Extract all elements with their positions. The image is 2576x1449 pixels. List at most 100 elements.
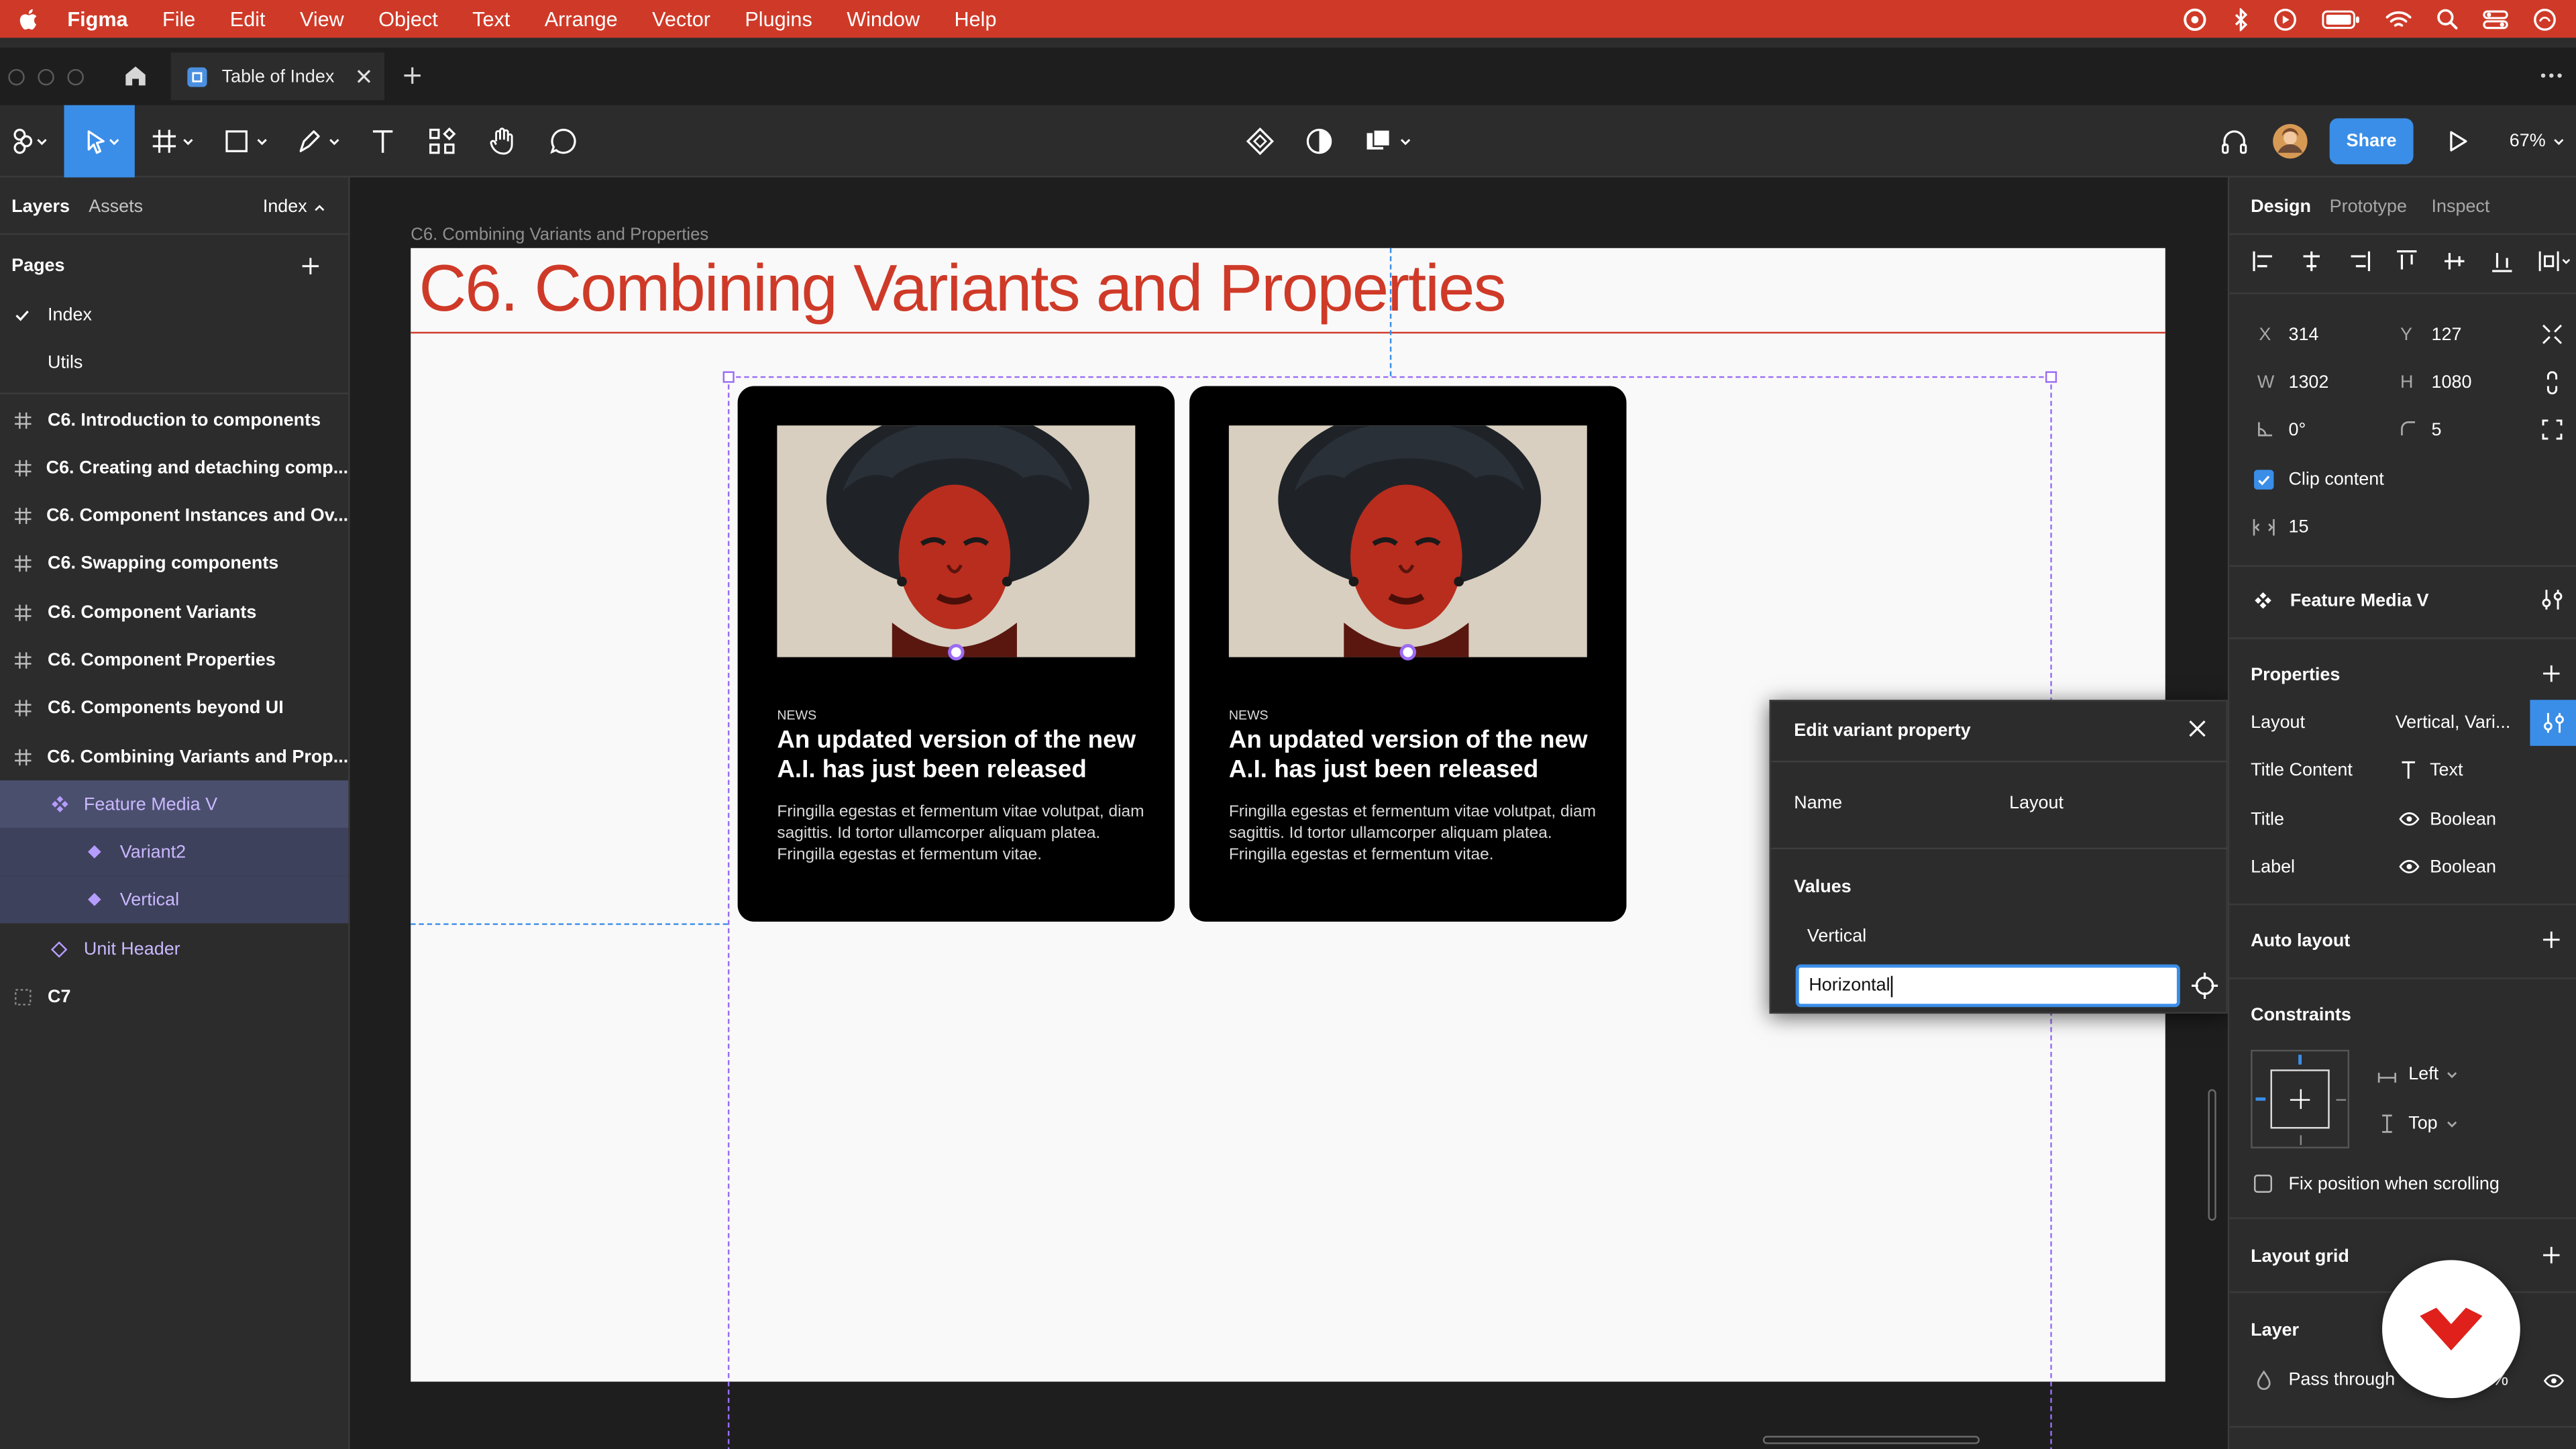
- frame-tool-icon[interactable]: [148, 105, 203, 178]
- independent-corners-icon[interactable]: [2542, 419, 2563, 440]
- window-minimize-button[interactable]: [38, 68, 54, 86]
- blend-mode-dropdown[interactable]: Pass through: [2288, 1370, 2395, 1389]
- add-auto-layout-plus-icon[interactable]: [2542, 930, 2561, 949]
- dialog-close-icon[interactable]: [2188, 720, 2206, 738]
- align-top-icon[interactable]: [2396, 250, 2418, 272]
- control-center-icon[interactable]: [2482, 7, 2508, 30]
- align-vertical-center-icon[interactable]: [2443, 250, 2466, 272]
- comment-tool-icon[interactable]: [545, 105, 582, 178]
- tab-design[interactable]: Design: [2251, 197, 2311, 217]
- resize-handle[interactable]: [722, 371, 735, 383]
- layer-item-frame[interactable]: C6. Components beyond UI: [0, 684, 348, 731]
- align-horizontal-center-icon[interactable]: [2300, 250, 2323, 272]
- layer-item-component[interactable]: Unit Header: [0, 925, 348, 973]
- property-value-label[interactable]: Boolean: [2430, 857, 2496, 877]
- target-crosshair-icon[interactable]: [2191, 972, 2218, 999]
- tab-inspect[interactable]: Inspect: [2432, 197, 2490, 217]
- constraint-right-marker[interactable]: [2336, 1099, 2347, 1101]
- horizontal-constraint-dropdown[interactable]: Left: [2408, 1065, 2458, 1084]
- tab-layers[interactable]: Layers: [11, 197, 70, 217]
- layer-item-frame[interactable]: C6. Creating and detaching comp...: [0, 443, 348, 491]
- pen-tool-icon[interactable]: [292, 105, 348, 178]
- edit-property-button[interactable]: [2530, 700, 2576, 746]
- component-icon[interactable]: [1242, 105, 1278, 178]
- menu-app-figma[interactable]: Figma: [67, 7, 127, 30]
- add-page-plus-icon[interactable]: [301, 256, 320, 276]
- layer-item-variant[interactable]: Vertical: [0, 875, 349, 924]
- width-input[interactable]: 1302: [2288, 373, 2328, 392]
- value-input-horizontal[interactable]: Horizontal: [1795, 964, 2180, 1008]
- wifi-icon[interactable]: [2385, 9, 2412, 28]
- layer-item-frame[interactable]: C6. Component Instances and Ov...: [0, 491, 348, 539]
- page-item-index[interactable]: Index: [0, 290, 348, 338]
- rotation-input[interactable]: 0°: [2288, 421, 2306, 440]
- page-selector[interactable]: Index: [263, 197, 325, 217]
- zoom-dropdown[interactable]: 67%: [2504, 105, 2569, 178]
- property-name-field[interactable]: Layout: [2009, 794, 2063, 813]
- apple-icon[interactable]: [18, 7, 38, 30]
- menu-help[interactable]: Help: [955, 7, 997, 30]
- align-right-icon[interactable]: [2348, 250, 2371, 272]
- frame-label[interactable]: C6. Combining Variants and Properties: [411, 225, 708, 245]
- menu-plugins[interactable]: Plugins: [745, 7, 812, 30]
- menu-window[interactable]: Window: [847, 7, 920, 30]
- resize-handle[interactable]: [2045, 371, 2057, 383]
- menu-text[interactable]: Text: [472, 7, 510, 30]
- layer-item-frame[interactable]: C6. Component Variants: [0, 588, 348, 636]
- avatar[interactable]: [2271, 105, 2310, 178]
- tab-prototype[interactable]: Prototype: [2330, 197, 2407, 217]
- siri-icon[interactable]: [2533, 7, 2556, 30]
- mask-icon[interactable]: [1301, 105, 1338, 178]
- add-layout-grid-plus-icon[interactable]: [2542, 1245, 2561, 1265]
- main-menu-figma-icon[interactable]: [0, 105, 59, 178]
- constraints-widget[interactable]: [2251, 1049, 2350, 1148]
- text-tool-icon[interactable]: [365, 105, 401, 178]
- tab-table-of-index[interactable]: Table of Index: [170, 52, 385, 101]
- rectangle-tool-icon[interactable]: [220, 105, 276, 178]
- distribute-spacing-icon[interactable]: [2538, 250, 2571, 272]
- collapse-arrows-icon[interactable]: [2542, 323, 2563, 345]
- property-value-layout[interactable]: Vertical, Vari...: [2396, 713, 2511, 733]
- present-play-icon[interactable]: [2441, 105, 2474, 178]
- move-tool-button[interactable]: [64, 105, 135, 178]
- play-circle-icon[interactable]: [2273, 7, 2296, 30]
- audio-headphones-icon[interactable]: [2216, 105, 2253, 178]
- menu-arrange[interactable]: Arrange: [545, 7, 618, 30]
- constraint-bottom-marker[interactable]: [2300, 1135, 2302, 1145]
- more-options-icon[interactable]: [2540, 66, 2563, 85]
- property-value-title-content[interactable]: Text: [2430, 761, 2463, 780]
- layer-item-component-set[interactable]: Feature Media V: [0, 780, 349, 828]
- add-property-plus-icon[interactable]: [2542, 663, 2561, 683]
- layer-item-frame[interactable]: C6. Combining Variants and Prop...: [0, 733, 348, 780]
- layer-item-frame[interactable]: C6. Swapping components: [0, 539, 348, 586]
- hand-tool-icon[interactable]: [484, 105, 521, 178]
- layer-item-variant[interactable]: Variant2: [0, 828, 349, 876]
- menu-object[interactable]: Object: [378, 7, 438, 30]
- clip-content-checkbox[interactable]: [2254, 470, 2274, 490]
- menu-vector[interactable]: Vector: [652, 7, 710, 30]
- boolean-operations-icon[interactable]: [1360, 105, 1419, 178]
- value-item-vertical[interactable]: Vertical: [1807, 926, 1866, 946]
- horizontal-scrollbar[interactable]: [1762, 1436, 1980, 1444]
- fix-position-checkbox[interactable]: [2254, 1175, 2272, 1193]
- height-input[interactable]: 1080: [2432, 373, 2472, 392]
- constrain-proportions-icon[interactable]: [2545, 371, 2560, 394]
- window-zoom-button[interactable]: [67, 68, 84, 86]
- new-tab-plus-icon[interactable]: [402, 66, 422, 85]
- constraint-top-marker[interactable]: [2298, 1055, 2302, 1065]
- layer-item-frame[interactable]: C7: [0, 973, 348, 1020]
- battery-icon[interactable]: [2321, 9, 2361, 28]
- page-item-utils[interactable]: Utils: [0, 338, 348, 386]
- spacing-input[interactable]: 15: [2288, 517, 2308, 537]
- property-value-title[interactable]: Boolean: [2430, 810, 2496, 829]
- layer-item-frame[interactable]: C6. Component Properties: [0, 636, 348, 684]
- vertical-scrollbar[interactable]: [2208, 1089, 2216, 1221]
- menu-file[interactable]: File: [162, 7, 195, 30]
- x-input[interactable]: 314: [2288, 325, 2318, 345]
- window-close-button[interactable]: [8, 68, 25, 86]
- tab-assets[interactable]: Assets: [89, 197, 143, 217]
- resources-tool-icon[interactable]: [424, 105, 460, 178]
- component-settings-icon[interactable]: [2542, 588, 2563, 611]
- menu-edit[interactable]: Edit: [230, 7, 266, 30]
- align-left-icon[interactable]: [2253, 250, 2275, 272]
